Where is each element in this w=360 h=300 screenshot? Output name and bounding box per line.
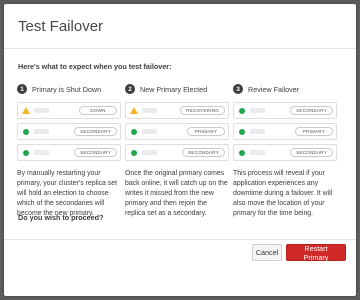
warning-icon (22, 107, 30, 115)
hostname-placeholder (250, 108, 265, 113)
step-number-badge: 2 (125, 84, 135, 94)
node-state-badge: SECONDARY (290, 106, 333, 115)
test-failover-dialog: Test Failover Here's what to expect when… (4, 4, 356, 296)
replica-node: DOWN (17, 102, 121, 119)
hostname-placeholder (34, 108, 49, 113)
replica-node: PRIMARY (233, 123, 337, 140)
hostname-placeholder (142, 129, 157, 134)
restart-primary-button[interactable]: Restart Primary (286, 244, 346, 262)
step-description: By manually restarting your primary, you… (17, 170, 117, 217)
hostname-placeholder (34, 150, 49, 155)
step-description: Once the original primary comes back onl… (125, 170, 228, 217)
step-2-column: 2 New Primary Elected RECOVERING PRIMARY… (125, 82, 229, 219)
node-state-badge: DOWN (79, 106, 117, 115)
step-number-badge: 3 (233, 84, 243, 94)
status-ok-icon (130, 149, 138, 157)
warning-icon (130, 107, 138, 115)
replica-node: SECONDARY (17, 123, 121, 140)
replica-node: SECONDARY (233, 144, 337, 161)
node-state-badge: SECONDARY (290, 148, 333, 157)
node-state-badge: RECOVERING (180, 106, 225, 115)
status-ok-icon (238, 149, 246, 157)
status-ok-icon (130, 128, 138, 136)
step-1-header: 1 Primary is Shut Down (17, 82, 121, 96)
step-2-header: 2 New Primary Elected (125, 82, 229, 96)
replica-node: SECONDARY (233, 102, 337, 119)
status-ok-icon (22, 128, 30, 136)
step-3-column: 3 Review Failover SECONDARY PRIMARY SECO… (233, 82, 337, 219)
replica-node: SECONDARY (125, 144, 229, 161)
status-ok-icon (238, 128, 246, 136)
cancel-button[interactable]: Cancel (252, 244, 282, 261)
hostname-placeholder (250, 129, 265, 134)
step-number-badge: 1 (17, 84, 27, 94)
node-state-badge: PRIMARY (187, 127, 225, 136)
step-description: This process will reveal if your applica… (233, 170, 333, 217)
status-ok-icon (238, 107, 246, 115)
header-divider (4, 48, 356, 49)
replica-node: PRIMARY (125, 123, 229, 140)
step-title: Review Failover (248, 84, 300, 94)
footer-divider (4, 239, 356, 240)
hostname-placeholder (34, 129, 49, 134)
node-state-badge: PRIMARY (295, 127, 333, 136)
intro-text: Here's what to expect when you test fail… (18, 62, 172, 71)
replica-node: SECONDARY (17, 144, 121, 161)
step-3-header: 3 Review Failover (233, 82, 337, 96)
hostname-placeholder (142, 150, 157, 155)
dialog-title: Test Failover (18, 18, 104, 35)
step-title: New Primary Elected (140, 84, 208, 94)
node-state-badge: SECONDARY (182, 148, 225, 157)
node-state-badge: SECONDARY (74, 148, 117, 157)
confirm-question: Do you wish to proceed? (18, 213, 104, 222)
replica-node-list: DOWN SECONDARY SECONDARY (17, 102, 121, 161)
step-title: Primary is Shut Down (32, 84, 102, 94)
step-1-column: 1 Primary is Shut Down DOWN SECONDARY SE… (17, 82, 121, 219)
hostname-placeholder (250, 150, 265, 155)
node-state-badge: SECONDARY (74, 127, 117, 136)
hostname-placeholder (142, 108, 157, 113)
status-ok-icon (22, 149, 30, 157)
replica-node: RECOVERING (125, 102, 229, 119)
replica-node-list: SECONDARY PRIMARY SECONDARY (233, 102, 337, 161)
replica-node-list: RECOVERING PRIMARY SECONDARY (125, 102, 229, 161)
